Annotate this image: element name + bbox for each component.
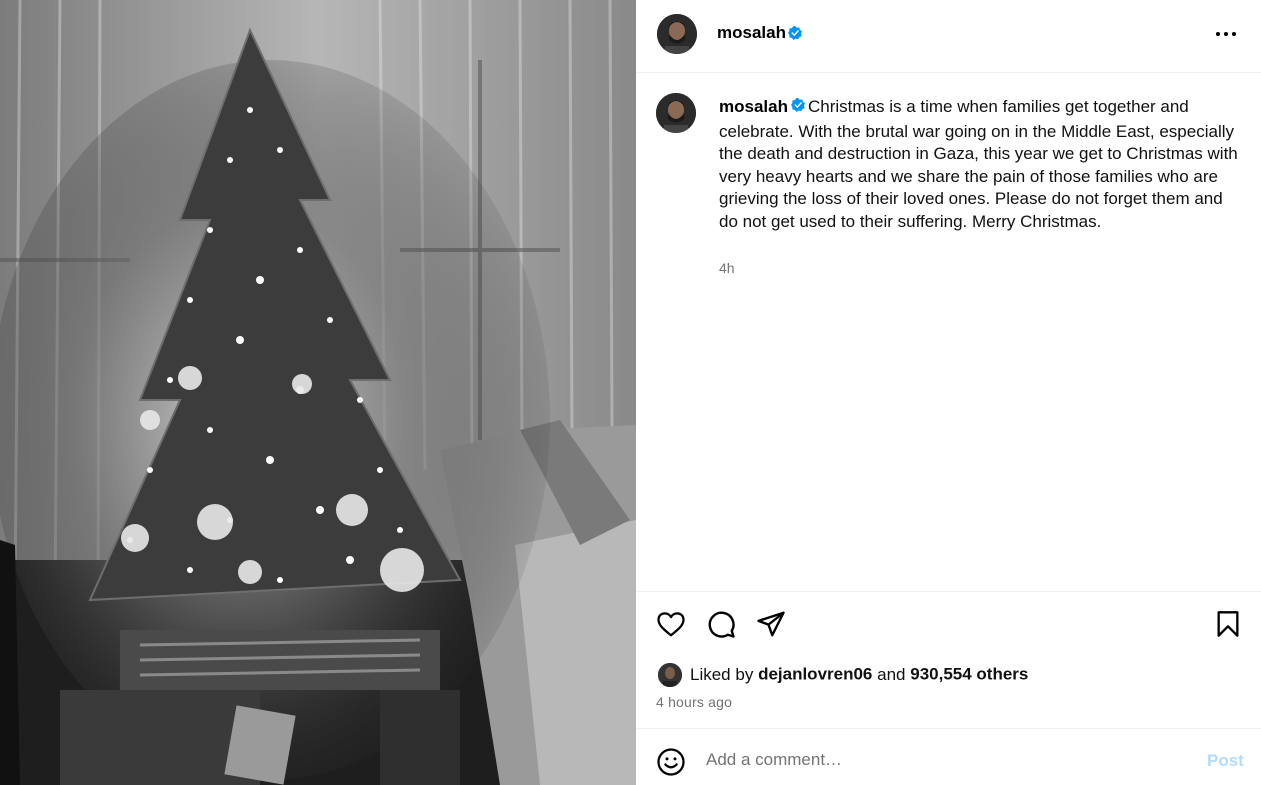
verified-badge-icon xyxy=(790,95,805,118)
caption-username[interactable]: mosalah xyxy=(719,97,788,116)
bookmark-icon xyxy=(1217,611,1239,637)
likes-conjunction: and xyxy=(877,665,906,684)
post-actions: Liked by dejanlovren06 and 930,554 other… xyxy=(636,591,1261,728)
caption-author-avatar[interactable] xyxy=(656,93,696,133)
likes-summary: Liked by dejanlovren06 and 930,554 other… xyxy=(658,663,1028,687)
likes-prefix: Liked by xyxy=(690,665,754,684)
post-photo[interactable] xyxy=(0,0,636,785)
verified-badge-icon xyxy=(788,26,802,45)
posted-time[interactable]: 4 hours ago xyxy=(656,694,732,710)
paper-plane-icon xyxy=(757,611,785,637)
save-button[interactable] xyxy=(1214,609,1242,644)
likes-count[interactable]: 930,554 others xyxy=(910,664,1028,684)
post-details-panel: mosalah mosalah Christmas is a time when… xyxy=(636,0,1261,785)
like-button[interactable] xyxy=(656,609,686,644)
comment-input[interactable] xyxy=(706,747,1166,773)
liker-avatar[interactable] xyxy=(658,663,682,687)
more-options-button[interactable] xyxy=(1214,24,1238,44)
smiley-icon xyxy=(657,748,685,776)
post-caption: mosalah Christmas is a time when families… xyxy=(719,95,1239,233)
liker-username[interactable]: dejanlovren06 xyxy=(758,664,872,684)
header-username[interactable]: mosalah xyxy=(717,23,786,43)
heart-icon xyxy=(657,612,685,637)
emoji-button[interactable] xyxy=(656,747,686,782)
christmas-tree-photo xyxy=(0,0,636,785)
more-horizontal-icon xyxy=(1216,32,1236,36)
comment-bubble-icon xyxy=(708,611,735,638)
caption-section: mosalah Christmas is a time when families… xyxy=(636,73,1261,592)
comment-button[interactable] xyxy=(706,609,736,644)
post-header: mosalah xyxy=(636,0,1261,73)
caption-timestamp[interactable]: 4h xyxy=(719,260,735,276)
share-button[interactable] xyxy=(756,609,786,644)
author-avatar[interactable] xyxy=(657,14,697,54)
post-comment-button[interactable]: Post xyxy=(1207,751,1244,771)
add-comment-section: Post xyxy=(636,728,1261,785)
